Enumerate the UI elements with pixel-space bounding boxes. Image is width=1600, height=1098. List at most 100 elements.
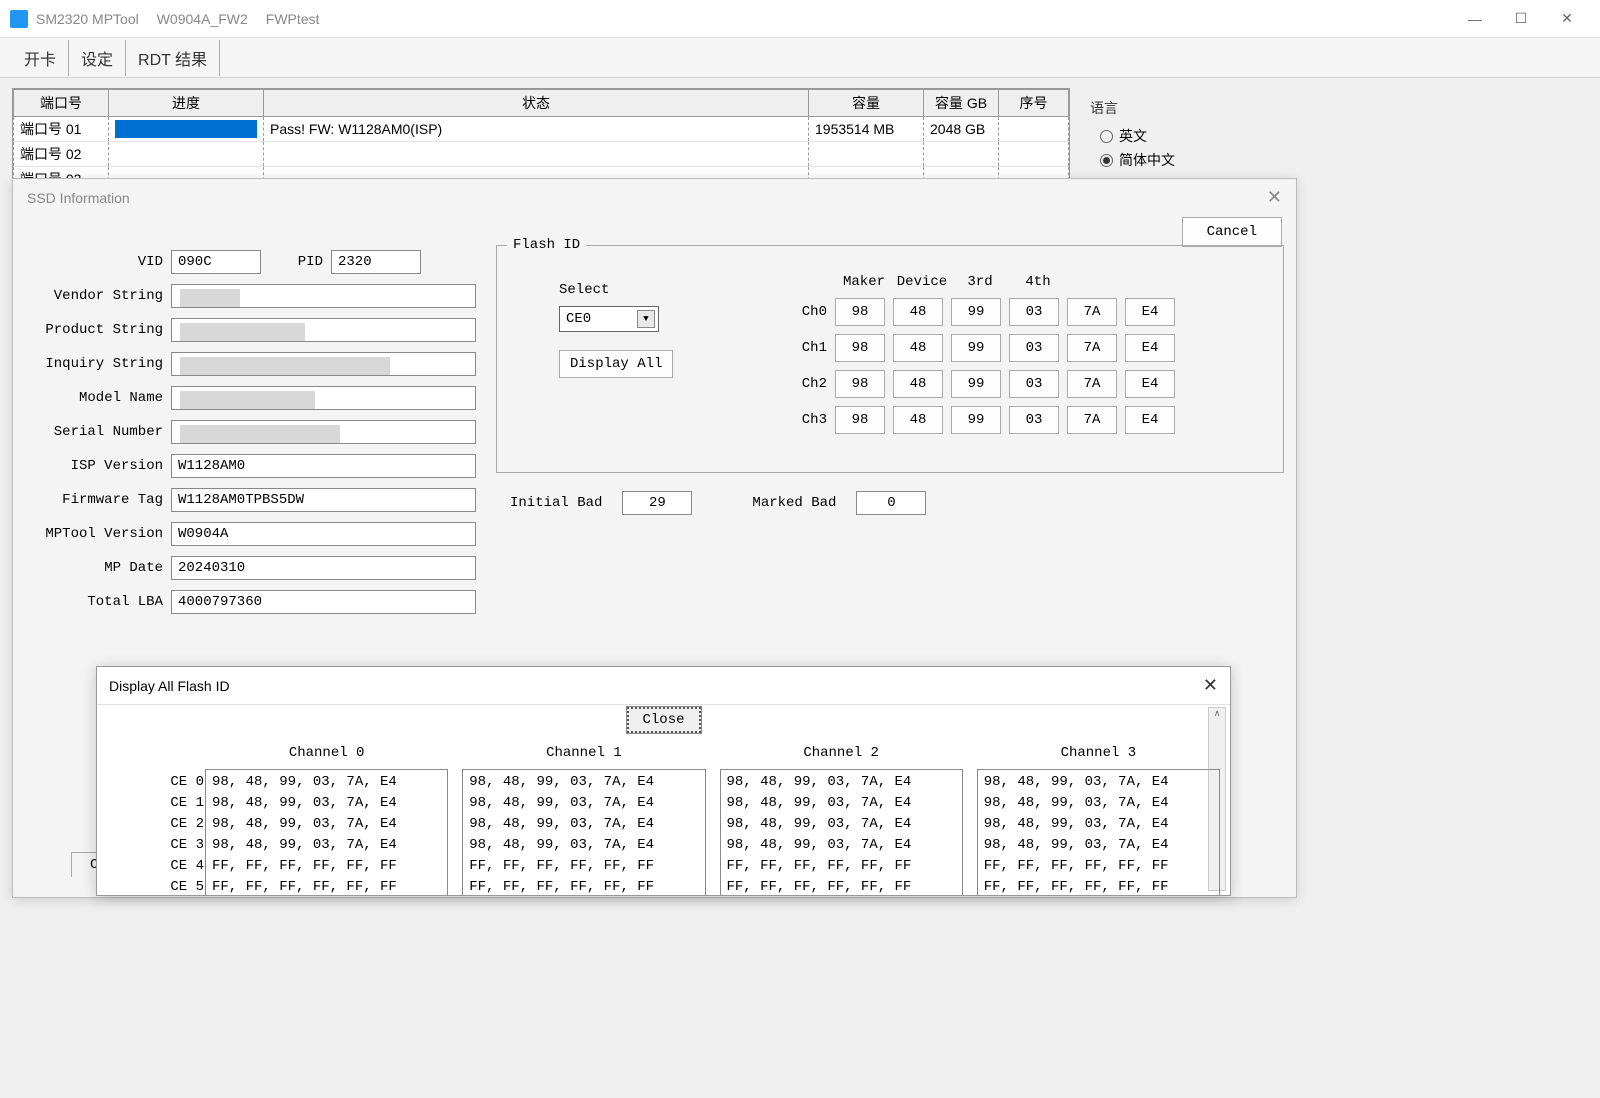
th-status[interactable]: 状态 xyxy=(264,90,809,117)
channel-box: 98, 48, 99, 03, 7A, E498, 48, 99, 03, 7A… xyxy=(462,769,705,896)
ce-row: FF, FF, FF, FF, FF, FF xyxy=(984,877,1213,896)
th-cap[interactable]: 容量 xyxy=(809,90,924,117)
channel-column: Channel 0CE 098, 48, 99, 03, 7A, E4CE 19… xyxy=(205,745,448,896)
vendor-input[interactable] xyxy=(171,284,476,308)
flash-cell: E4 xyxy=(1125,334,1175,362)
ce-row: 98, 48, 99, 03, 7A, E4 xyxy=(727,814,956,835)
mpver-input[interactable] xyxy=(171,522,476,546)
flashid-legend: Flash ID xyxy=(507,237,586,253)
isp-input[interactable] xyxy=(171,454,476,478)
ce-row: CE 298, 48, 99, 03, 7A, E4 xyxy=(212,814,441,835)
flash-cell: 98 xyxy=(835,406,885,434)
ce-row: 98, 48, 99, 03, 7A, E4 xyxy=(469,814,698,835)
channel-title: Channel 1 xyxy=(462,745,705,761)
ce-row: 98, 48, 99, 03, 7A, E4 xyxy=(984,772,1213,793)
title-app: SM2320 MPTool xyxy=(36,11,139,27)
marked-bad-label: Marked Bad xyxy=(752,495,836,511)
ce-row: 98, 48, 99, 03, 7A, E4 xyxy=(727,835,956,856)
flash-grid-head: Maker Device 3rd 4th xyxy=(835,274,1183,290)
window-controls: — ☐ ✕ xyxy=(1452,0,1590,38)
tab-card[interactable]: 开卡 xyxy=(12,40,69,76)
flash-cell: 7A xyxy=(1067,406,1117,434)
channel-column: Channel 1 98, 48, 99, 03, 7A, E498, 48, 9… xyxy=(462,745,705,896)
mpdate-input[interactable] xyxy=(171,556,476,580)
radio-chinese-label: 简体中文 xyxy=(1119,150,1175,170)
ssd-form: VID PID Vendor String Product String Inq… xyxy=(31,249,481,623)
flash-cell: 03 xyxy=(1009,370,1059,398)
mpver-label: MPTool Version xyxy=(31,526,171,542)
select-label: Select xyxy=(559,282,673,298)
ce-row: CE 5FF, FF, FF, FF, FF, FF xyxy=(212,877,441,896)
head-maker: Maker xyxy=(835,274,893,290)
th-capgb[interactable]: 容量 GB xyxy=(924,90,999,117)
ssd-title-text: SSD Information xyxy=(27,190,130,206)
tab-rdt[interactable]: RDT 结果 xyxy=(126,40,220,76)
pid-input[interactable] xyxy=(331,250,421,274)
table-row[interactable]: 端口号 01Pass! FW: W1128AM0(ISP)1953514 MB2… xyxy=(14,117,1069,142)
flash-cell: 99 xyxy=(951,298,1001,326)
radio-english-label: 英文 xyxy=(1119,126,1147,146)
ssd-close-icon[interactable]: ✕ xyxy=(1267,187,1282,208)
lba-input[interactable] xyxy=(171,590,476,614)
chevron-down-icon: ▼ xyxy=(637,310,655,328)
display-all-close-icon[interactable]: ✕ xyxy=(1203,675,1218,696)
ce-row: CE 398, 48, 99, 03, 7A, E4 xyxy=(212,835,441,856)
vendor-label: Vendor String xyxy=(31,288,171,304)
title-fw: W0904A_FW2 xyxy=(157,11,248,27)
inquiry-input[interactable] xyxy=(171,352,476,376)
ce-select-value: CE0 xyxy=(566,311,591,327)
flash-cell: E4 xyxy=(1125,406,1175,434)
maximize-icon[interactable]: ☐ xyxy=(1498,0,1544,38)
channel-title: Channel 0 xyxy=(205,745,448,761)
ssd-dialog-title: SSD Information ✕ xyxy=(13,179,1296,216)
flash-cell: 48 xyxy=(893,370,943,398)
radio-chinese[interactable]: 简体中文 xyxy=(1100,150,1588,170)
channel-title: Channel 3 xyxy=(977,745,1220,761)
flash-cell: 98 xyxy=(835,334,885,362)
flash-row: Ch0984899037AE4 xyxy=(777,298,1183,326)
app-logo-icon xyxy=(10,10,28,28)
tab-settings[interactable]: 设定 xyxy=(69,40,126,76)
port-table: 端口号 进度 状态 容量 容量 GB 序号 端口号 01Pass! FW: W1… xyxy=(13,89,1069,192)
minimize-icon[interactable]: — xyxy=(1452,0,1498,38)
model-input[interactable] xyxy=(171,386,476,410)
ce-row: CE 198, 48, 99, 03, 7A, E4 xyxy=(212,793,441,814)
display-all-button[interactable]: Display All xyxy=(559,350,673,378)
close-icon[interactable]: ✕ xyxy=(1544,0,1590,38)
flash-cell: 48 xyxy=(893,298,943,326)
flash-row: Ch2984899037AE4 xyxy=(777,370,1183,398)
initial-bad-label: Initial Bad xyxy=(510,495,602,511)
display-all-title: Display All Flash ID ✕ xyxy=(97,667,1230,705)
product-input[interactable] xyxy=(171,318,476,342)
ce-select[interactable]: CE0 ▼ xyxy=(559,306,659,332)
ce-row: 98, 48, 99, 03, 7A, E4 xyxy=(984,835,1213,856)
inquiry-label: Inquiry String xyxy=(31,356,171,372)
fwtag-input[interactable] xyxy=(171,488,476,512)
product-label: Product String xyxy=(31,322,171,338)
th-sn[interactable]: 序号 xyxy=(999,90,1069,117)
flash-cell: 99 xyxy=(951,370,1001,398)
ce-row: 98, 48, 99, 03, 7A, E4 xyxy=(984,814,1213,835)
title-test: FWPtest xyxy=(266,11,320,27)
head-device: Device xyxy=(893,274,951,290)
th-port[interactable]: 端口号 xyxy=(14,90,109,117)
ce-row: FF, FF, FF, FF, FF, FF xyxy=(727,856,956,877)
th-progress[interactable]: 进度 xyxy=(109,90,264,117)
mpdate-label: MP Date xyxy=(31,560,171,576)
radio-english[interactable]: 英文 xyxy=(1100,126,1588,146)
main-tabs: 开卡 设定 RDT 结果 xyxy=(0,38,1600,78)
ce-row: CE 4FF, FF, FF, FF, FF, FF xyxy=(212,856,441,877)
close-button[interactable]: Close xyxy=(626,707,700,733)
table-row[interactable]: 端口号 02 xyxy=(14,142,1069,167)
cancel-button[interactable]: Cancel xyxy=(1182,217,1282,247)
display-all-title-text: Display All Flash ID xyxy=(109,678,230,694)
channel-column: Channel 298, 48, 99, 03, 7A, E498, 48, 9… xyxy=(720,745,963,896)
serial-input[interactable] xyxy=(171,420,476,444)
flash-cell: 98 xyxy=(835,298,885,326)
ce-row: 98, 48, 99, 03, 7A, E4 xyxy=(727,772,956,793)
flash-cell: E4 xyxy=(1125,298,1175,326)
flash-cell: 48 xyxy=(893,334,943,362)
vid-input[interactable] xyxy=(171,250,261,274)
flash-cell: 99 xyxy=(951,406,1001,434)
channel-column: Channel 398, 48, 99, 03, 7A, E498, 48, 9… xyxy=(977,745,1220,896)
